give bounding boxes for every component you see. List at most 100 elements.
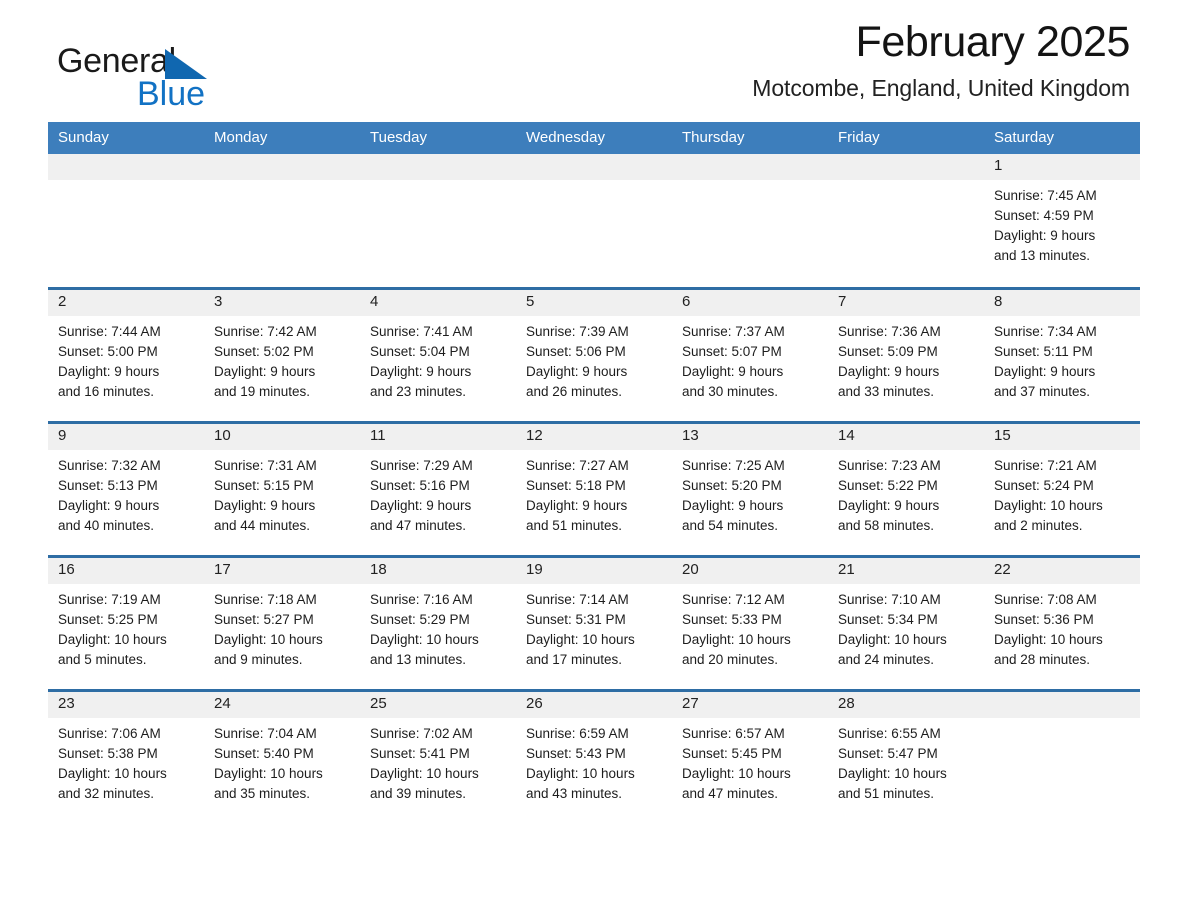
day-sun-details: Sunrise: 7:04 AM Sunset: 5:40 PM Daylight:… xyxy=(204,718,360,804)
day-content: 22 Sunrise: 7:08 AM Sunset: 5:36 PM Dayligh… xyxy=(984,557,1140,689)
daylight-duration-line2: and 58 minutes. xyxy=(838,517,935,533)
daylight-duration-line2: and 40 minutes. xyxy=(58,517,155,533)
day-content: 27 Sunrise: 6:57 AM Sunset: 5:45 PM Dayligh… xyxy=(672,691,828,825)
day-sun-details: Sunrise: 7:10 AM Sunset: 5:34 PM Daylight:… xyxy=(828,584,984,670)
daylight-duration-line2: and 35 minutes. xyxy=(214,785,311,801)
sunset-time: Sunset: 4:59 PM xyxy=(994,208,1094,223)
weekday-header-saturday: Saturday xyxy=(984,122,1140,154)
calendar-day-cell[interactable]: 10 Sunrise: 7:31 AM Sunset: 5:15 PM Dayligh… xyxy=(204,420,360,556)
generalblue-logo[interactable]: General Blue xyxy=(57,44,257,118)
calendar-day-cell[interactable]: 7 Sunrise: 7:36 AM Sunset: 5:09 PM Daylight… xyxy=(828,286,984,422)
daylight-duration-line2: and 19 minutes. xyxy=(214,383,311,399)
daylight-duration-line1: Daylight: 9 hours xyxy=(838,497,940,513)
calendar-day-cell[interactable]: 23 Sunrise: 7:06 AM Sunset: 5:38 PM Dayligh… xyxy=(48,688,204,825)
day-content: 15 Sunrise: 7:21 AM Sunset: 5:24 PM Dayligh… xyxy=(984,423,1140,555)
day-sun-details: Sunrise: 7:44 AM Sunset: 5:00 PM Daylight:… xyxy=(48,316,204,402)
calendar-day-cell[interactable]: 5 Sunrise: 7:39 AM Sunset: 5:06 PM Daylight… xyxy=(516,286,672,422)
day-number: 28 xyxy=(828,691,984,718)
sunrise-time: Sunrise: 7:32 AM xyxy=(58,457,161,473)
day-number: 6 xyxy=(672,289,828,316)
day-number xyxy=(48,154,204,180)
day-number: 24 xyxy=(204,691,360,718)
calendar-day-cell[interactable]: 22 Sunrise: 7:08 AM Sunset: 5:36 PM Dayligh… xyxy=(984,554,1140,690)
daylight-duration-line1: Daylight: 10 hours xyxy=(682,765,791,781)
daylight-duration-line2: and 54 minutes. xyxy=(682,517,779,533)
day-sun-details: Sunrise: 7:34 AM Sunset: 5:11 PM Daylight:… xyxy=(984,316,1140,402)
day-number: 20 xyxy=(672,557,828,584)
daylight-duration-line2: and 17 minutes. xyxy=(526,651,623,667)
calendar-day-cell[interactable]: 11 Sunrise: 7:29 AM Sunset: 5:16 PM Dayligh… xyxy=(360,420,516,556)
day-number xyxy=(828,154,984,180)
weekday-header-thursday: Thursday xyxy=(672,122,828,154)
day-number: 21 xyxy=(828,557,984,584)
day-number: 15 xyxy=(984,423,1140,450)
calendar-day-cell[interactable]: 25 Sunrise: 7:02 AM Sunset: 5:41 PM Dayligh… xyxy=(360,688,516,824)
day-number: 7 xyxy=(828,289,984,316)
weekday-header-sunday: Sunday xyxy=(48,122,204,154)
calendar-day-cell[interactable]: 26 Sunrise: 6:59 AM Sunset: 5:43 PM Dayligh… xyxy=(516,688,672,825)
calendar-day-cell[interactable]: 14 Sunrise: 7:23 AM Sunset: 5:22 PM Dayligh… xyxy=(828,420,984,556)
day-sun-details: Sunrise: 7:06 AM Sunset: 5:38 PM Daylight:… xyxy=(48,718,204,804)
calendar-day-cell[interactable]: 12 Sunrise: 7:27 AM Sunset: 5:18 PM Dayligh… xyxy=(516,420,672,556)
sunrise-time: Sunrise: 6:55 AM xyxy=(838,725,941,741)
day-content: 13 Sunrise: 7:25 AM Sunset: 5:20 PM Dayligh… xyxy=(672,423,828,555)
calendar-day-cell[interactable]: 28 Sunrise: 6:55 AM Sunset: 5:47 PM Dayligh… xyxy=(828,688,984,824)
sunset-time: Sunset: 5:41 PM xyxy=(370,745,470,761)
day-content xyxy=(48,154,204,287)
sunrise-time: Sunrise: 7:23 AM xyxy=(838,457,941,473)
sunrise-time: Sunrise: 7:21 AM xyxy=(994,457,1097,473)
daylight-duration-line1: Daylight: 10 hours xyxy=(214,631,323,647)
daylight-duration-line2: and 51 minutes. xyxy=(526,517,623,533)
sunrise-time: Sunrise: 7:16 AM xyxy=(370,591,473,607)
day-content xyxy=(828,154,984,287)
calendar-day-cell[interactable]: 18 Sunrise: 7:16 AM Sunset: 5:29 PM Dayligh… xyxy=(360,554,516,690)
day-sun-details: Sunrise: 7:45 AM Sunset: 4:59 PM Daylight:… xyxy=(984,180,1140,266)
day-sun-details: Sunrise: 7:32 AM Sunset: 5:13 PM Daylight:… xyxy=(48,450,204,536)
calendar-day-cell[interactable]: 8 Sunrise: 7:34 AM Sunset: 5:11 PM Daylight… xyxy=(984,286,1140,422)
day-content: 23 Sunrise: 7:06 AM Sunset: 5:38 PM Dayligh… xyxy=(48,691,204,825)
calendar-day-cell[interactable]: 15 Sunrise: 7:21 AM Sunset: 5:24 PM Dayligh… xyxy=(984,420,1140,556)
sunrise-time: Sunrise: 7:02 AM xyxy=(370,725,473,741)
calendar-day-cell[interactable]: 17 Sunrise: 7:18 AM Sunset: 5:27 PM Dayligh… xyxy=(204,554,360,690)
calendar-day-cell[interactable]: 19 Sunrise: 7:14 AM Sunset: 5:31 PM Dayligh… xyxy=(516,554,672,690)
day-content xyxy=(516,154,672,287)
day-content: 26 Sunrise: 6:59 AM Sunset: 5:43 PM Dayligh… xyxy=(516,691,672,825)
day-number: 19 xyxy=(516,557,672,584)
sunrise-time: Sunrise: 7:18 AM xyxy=(214,591,317,607)
sunset-time: Sunset: 5:13 PM xyxy=(58,477,158,493)
daylight-duration-line2: and 24 minutes. xyxy=(838,651,935,667)
calendar-day-cell[interactable]: 20 Sunrise: 7:12 AM Sunset: 5:33 PM Dayligh… xyxy=(672,554,828,690)
calendar-body: 1 Sunrise: 7:45 AM Sunset: 4:59 PM Daylight… xyxy=(48,154,1140,824)
weekday-header-friday: Friday xyxy=(828,122,984,154)
day-content: 14 Sunrise: 7:23 AM Sunset: 5:22 PM Dayligh… xyxy=(828,423,984,555)
sunset-time: Sunset: 5:40 PM xyxy=(214,745,314,761)
calendar-day-cell[interactable]: 6 Sunrise: 7:37 AM Sunset: 5:07 PM Daylight… xyxy=(672,286,828,422)
sunset-time: Sunset: 5:33 PM xyxy=(682,611,782,627)
calendar-day-cell[interactable]: 27 Sunrise: 6:57 AM Sunset: 5:45 PM Dayligh… xyxy=(672,688,828,825)
sunrise-time: Sunrise: 7:25 AM xyxy=(682,457,785,473)
calendar-day-cell[interactable]: 3 Sunrise: 7:42 AM Sunset: 5:02 PM Daylight… xyxy=(204,286,360,422)
calendar-day-cell[interactable]: 13 Sunrise: 7:25 AM Sunset: 5:20 PM Dayligh… xyxy=(672,420,828,556)
daylight-duration-line1: Daylight: 10 hours xyxy=(58,765,167,781)
daylight-duration-line2: and 26 minutes. xyxy=(526,383,623,399)
sunset-time: Sunset: 5:18 PM xyxy=(526,477,626,493)
sunset-time: Sunset: 5:06 PM xyxy=(526,343,626,359)
sunset-time: Sunset: 5:29 PM xyxy=(370,611,470,627)
day-sun-details: Sunrise: 6:59 AM Sunset: 5:43 PM Daylight:… xyxy=(516,718,672,804)
calendar-day-cell[interactable]: 16 Sunrise: 7:19 AM Sunset: 5:25 PM Dayligh… xyxy=(48,554,204,690)
day-number: 8 xyxy=(984,289,1140,316)
daylight-duration-line1: Daylight: 10 hours xyxy=(994,497,1103,513)
calendar-day-cell[interactable]: 9 Sunrise: 7:32 AM Sunset: 5:13 PM Daylight… xyxy=(48,420,204,556)
calendar-day-cell[interactable]: 21 Sunrise: 7:10 AM Sunset: 5:34 PM Dayligh… xyxy=(828,554,984,690)
calendar-week-row: 9 Sunrise: 7:32 AM Sunset: 5:13 PM Daylight… xyxy=(48,420,1140,556)
calendar-day-cell[interactable]: 2 Sunrise: 7:44 AM Sunset: 5:00 PM Daylight… xyxy=(48,286,204,422)
daylight-duration-line1: Daylight: 9 hours xyxy=(214,497,316,513)
day-sun-details: Sunrise: 7:23 AM Sunset: 5:22 PM Daylight:… xyxy=(828,450,984,536)
calendar-day-cell[interactable]: 1 Sunrise: 7:45 AM Sunset: 4:59 PM Daylight… xyxy=(984,154,1140,288)
day-sun-details: Sunrise: 7:29 AM Sunset: 5:16 PM Daylight:… xyxy=(360,450,516,536)
daylight-duration-line2: and 13 minutes. xyxy=(994,248,1091,263)
day-content xyxy=(360,154,516,287)
calendar-day-cell[interactable]: 24 Sunrise: 7:04 AM Sunset: 5:40 PM Dayligh… xyxy=(204,688,360,824)
calendar-day-cell[interactable]: 4 Sunrise: 7:41 AM Sunset: 5:04 PM Daylight… xyxy=(360,286,516,422)
day-content: 16 Sunrise: 7:19 AM Sunset: 5:25 PM Dayligh… xyxy=(48,557,204,689)
